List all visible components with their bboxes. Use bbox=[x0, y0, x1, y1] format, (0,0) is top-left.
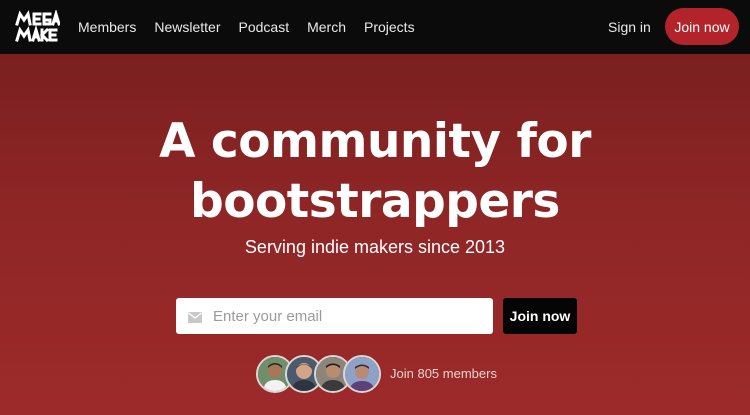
nav-link-newsletter[interactable]: Newsletter bbox=[154, 19, 220, 35]
hero-join-now-button[interactable]: Join now bbox=[503, 298, 577, 334]
avatar bbox=[343, 355, 381, 393]
nav-join-now-button[interactable]: Join now bbox=[665, 8, 739, 45]
nav-link-projects[interactable]: Projects bbox=[364, 19, 415, 35]
top-nav: Members Newsletter Podcast Merch Project… bbox=[0, 0, 750, 54]
member-avatars bbox=[256, 355, 382, 393]
nav-link-members[interactable]: Members bbox=[78, 19, 136, 35]
hero-subtitle: Serving indie makers since 2013 bbox=[244, 237, 506, 257]
hero-title-line-1: A community for bbox=[159, 114, 591, 169]
mail-icon bbox=[188, 310, 202, 323]
email-input[interactable] bbox=[213, 298, 483, 334]
email-field-container bbox=[176, 298, 493, 334]
sign-in-link[interactable]: Sign in bbox=[608, 0, 651, 54]
nav-link-merch[interactable]: Merch bbox=[307, 19, 346, 35]
hero-title: A community for bootstrappers bbox=[0, 112, 750, 232]
mega-maker-logo-icon[interactable] bbox=[14, 10, 60, 44]
hero-section: A community for bootstrappers Serving in… bbox=[0, 54, 750, 415]
nav-link-podcast[interactable]: Podcast bbox=[239, 19, 290, 35]
nav-links: Members Newsletter Podcast Merch Project… bbox=[78, 0, 433, 54]
hero-title-line-2: bootstrappers bbox=[190, 174, 560, 229]
member-count-text: Join 805 members bbox=[390, 366, 497, 381]
